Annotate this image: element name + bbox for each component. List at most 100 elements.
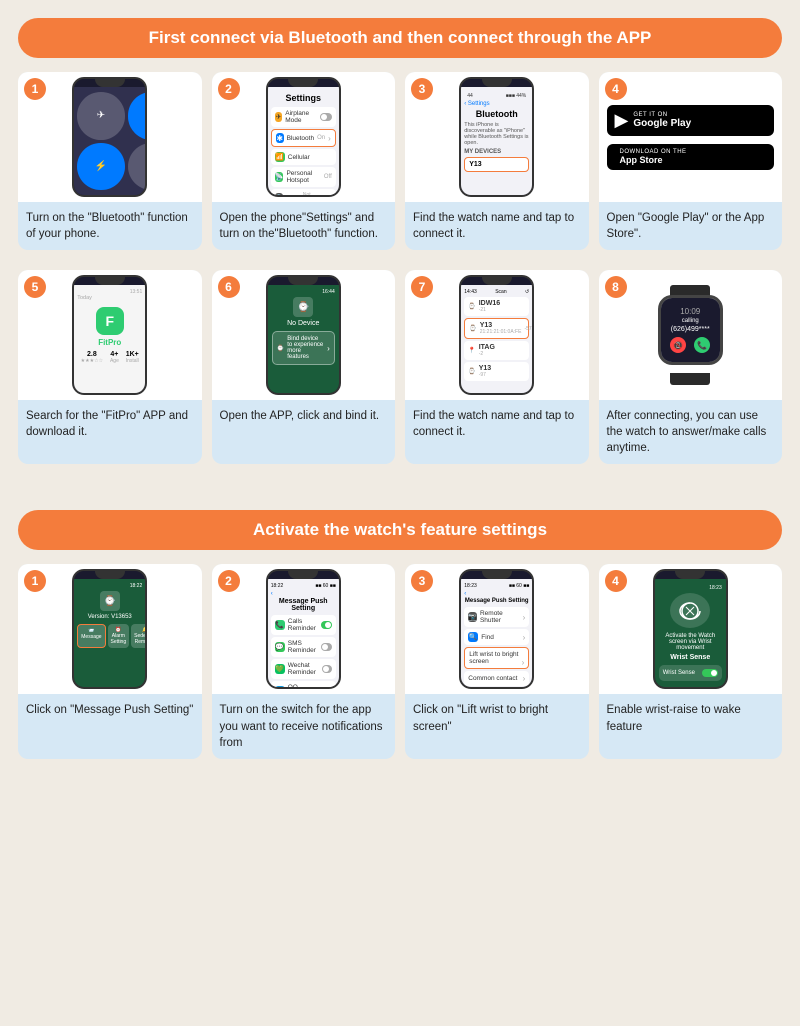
common-contact-arrow: ›	[523, 674, 526, 683]
step-s2-2-number: 2	[218, 570, 240, 592]
wrist-svg	[678, 599, 702, 623]
watch-screen: 10:09 calling (626)499**** 📵 📞	[661, 298, 720, 362]
vpn-icon: 🔒	[275, 193, 284, 195]
as-text: Download on the App Store	[620, 149, 687, 165]
phone-notch-s2-3	[482, 571, 512, 579]
sms-label: SMS Reminder	[288, 640, 318, 654]
lift-screen: 18:23■■ 60 ■■ ‹ Message Push Setting 📷 R…	[461, 579, 532, 687]
app-store-button[interactable]: Download on the App Store	[607, 144, 775, 170]
itag-signal: -2	[479, 351, 495, 357]
vpn-label: VPN	[286, 195, 299, 196]
step-s2-1-number: 1	[24, 570, 46, 592]
wechat-label: Wechat Reminder	[288, 662, 319, 676]
watch-band-bottom	[670, 373, 710, 385]
wrist-icon	[670, 593, 710, 628]
fitpro-age: 4+ Age	[110, 351, 119, 364]
step-3-number: 3	[411, 78, 433, 100]
phone-notch-5	[95, 277, 125, 285]
step-6-card: 6 16:44 ⌚ No Device ⌚ Bind device to exp…	[212, 270, 396, 464]
watch-time: 10:09	[680, 307, 700, 316]
step-2-image: 2 Settings ✈ Airplane Mode ✱ Bluetooth	[212, 72, 396, 202]
cc-wifi-icon: 📶	[128, 92, 146, 140]
watch-answer-button[interactable]: 📞	[694, 337, 710, 353]
watch-device-row: Y13	[464, 157, 529, 172]
y13-2-row: ⌚ Y13 -97	[464, 362, 529, 381]
section2-header: Activate the watch's feature settings	[18, 510, 782, 550]
bt-chevron: ›	[328, 134, 331, 143]
sms-toggle[interactable]	[321, 643, 332, 651]
bluetooth-label: Bluetooth	[287, 135, 314, 142]
status-bar-3: 44■■■ 44%	[464, 91, 529, 101]
step-2-number: 2	[218, 78, 240, 100]
reminder-btn[interactable]: 🔔 Sedentary Reminder	[131, 624, 145, 648]
msg-action-buttons: 📨 Message ⏰ Alarm Setting 🔔 Sedentary Re…	[77, 624, 142, 648]
bind-watch-icon: ⌚	[293, 297, 313, 317]
qq-icon: Q	[275, 686, 285, 687]
idw16-row: ⌚ IDW16 -21	[464, 297, 529, 316]
step-8-card: 8 10:09 calling (626)499**** 📵 📞	[599, 270, 783, 464]
wrist-activate-text: Activate the Watch screen via Wrist move…	[659, 633, 722, 651]
step-1-image: 1 ✈ 📶 ✱ ☾ ⚡ ↻ 🔔 📡	[18, 72, 202, 202]
msg-push-btn[interactable]: 📨 Message	[77, 624, 105, 648]
sms-icon: 💬	[275, 642, 285, 652]
msg-watch-icon: ⌚	[100, 591, 120, 611]
phone-mock-s2-1: 18:22 ⌚ Version: V13653 📨 Message ⏰ Alar…	[72, 569, 147, 689]
y13-icon: ⌚	[469, 325, 476, 332]
wrist-toggle[interactable]	[702, 669, 718, 677]
msg-list-header: 18:22■■ 60 ■■	[271, 583, 336, 589]
y13-2-signal: -97	[479, 372, 491, 378]
hotspot-status: Off	[324, 174, 332, 180]
phone-screen-2: Settings ✈ Airplane Mode ✱ Bluetooth On …	[268, 87, 339, 195]
step-5-number: 5	[24, 276, 46, 298]
wechat-toggle[interactable]	[322, 665, 332, 673]
phone-screen-s2-1: 18:22 ⌚ Version: V13653 📨 Message ⏰ Alar…	[74, 579, 145, 687]
itag-icon: 📍	[468, 347, 475, 354]
y13-row: ⌚ Y13 21:21:21:01:0A:FE -57 ›	[464, 318, 529, 339]
step-2-card: 2 Settings ✈ Airplane Mode ✱ Bluetooth	[212, 72, 396, 250]
scan-header: 14:43Scan↺	[464, 289, 529, 295]
bluetooth-screen: 44■■■ 44% ‹ Settings Bluetooth This iPho…	[461, 87, 532, 195]
step-s2-1-image: 1 18:22 ⌚ Version: V13653 📨 Message	[18, 564, 202, 694]
calls-toggle[interactable]	[321, 621, 332, 629]
step-5-card: 5 13:51 Today F FitPro 2.8 ★★★☆☆	[18, 270, 202, 464]
step-s2-1-card: 1 18:22 ⌚ Version: V13653 📨 Message	[18, 564, 202, 758]
remote-shutter-icon: 📷	[468, 612, 477, 622]
lift-wrist-row[interactable]: Lift wrist to bright screen ›	[464, 647, 529, 669]
cc-airplane-icon: ✈	[77, 92, 125, 140]
phone-notch-s2-2	[288, 571, 318, 579]
step-s2-2-image: 2 18:22■■ 60 ■■ ‹ Message Push Setting 📞…	[212, 564, 396, 694]
idw16-name: IDW16	[479, 300, 500, 307]
phone-notch-s2-1	[95, 571, 125, 579]
settings-title: Settings	[271, 93, 336, 103]
watch-end-button[interactable]: 📵	[670, 337, 686, 353]
calls-row: 📞 Calls Reminder	[271, 615, 336, 635]
step-4-card: 4 ▶ GET IT ON Google Play Download on th…	[599, 72, 783, 250]
step-s2-2-desc: Turn on the switch for the app you want …	[212, 694, 396, 758]
remote-arrow: ›	[523, 613, 526, 622]
common-contact-label: Common contact	[468, 675, 517, 682]
alarm-btn[interactable]: ⏰ Alarm Setting	[108, 624, 130, 648]
step-7-card: 7 14:43Scan↺ ⌚ IDW16 -21	[405, 270, 589, 464]
phone-screen-s2-3: 18:23■■ 60 ■■ ‹ Message Push Setting 📷 R…	[461, 579, 532, 687]
bind-device-box: ⌚ Bind device to experience more feature…	[272, 331, 335, 365]
hotspot-label: Personal Hotspot	[286, 170, 320, 184]
step-7-image: 7 14:43Scan↺ ⌚ IDW16 -21	[405, 270, 589, 400]
watch-call-buttons: 📵 📞	[670, 337, 710, 353]
qq-row: Q QQ Reminder	[271, 681, 336, 687]
watch-image: 10:09 calling (626)499**** 📵 📞	[648, 285, 733, 385]
phone-screen-5: 13:51 Today F FitPro 2.8 ★★★☆☆ 4+ Age	[74, 285, 145, 393]
step-3-desc: Find the watch name and tap to connect i…	[405, 202, 589, 250]
control-center: ✈ 📶 ✱ ☾ ⚡ ↻ 🔔 📡	[74, 87, 145, 195]
google-play-icon: ▶	[615, 110, 629, 131]
fitpro-logo: F	[96, 307, 124, 335]
step-s2-2-card: 2 18:22■■ 60 ■■ ‹ Message Push Setting 📞…	[212, 564, 396, 758]
y13-signal: -57	[524, 326, 531, 332]
bt-info: This iPhone is discoverable as "iPhone" …	[464, 122, 529, 146]
fitpro-stats: 2.8 ★★★☆☆ 4+ Age 1K+ Install	[77, 351, 142, 364]
google-play-button[interactable]: ▶ GET IT ON Google Play	[607, 105, 775, 136]
section-gap	[18, 484, 782, 500]
y13-2-icon: ⌚	[468, 368, 475, 375]
wechat-icon: 💚	[275, 664, 285, 674]
calls-icon: 📞	[275, 620, 285, 630]
itag-name: ITAG	[479, 344, 495, 351]
